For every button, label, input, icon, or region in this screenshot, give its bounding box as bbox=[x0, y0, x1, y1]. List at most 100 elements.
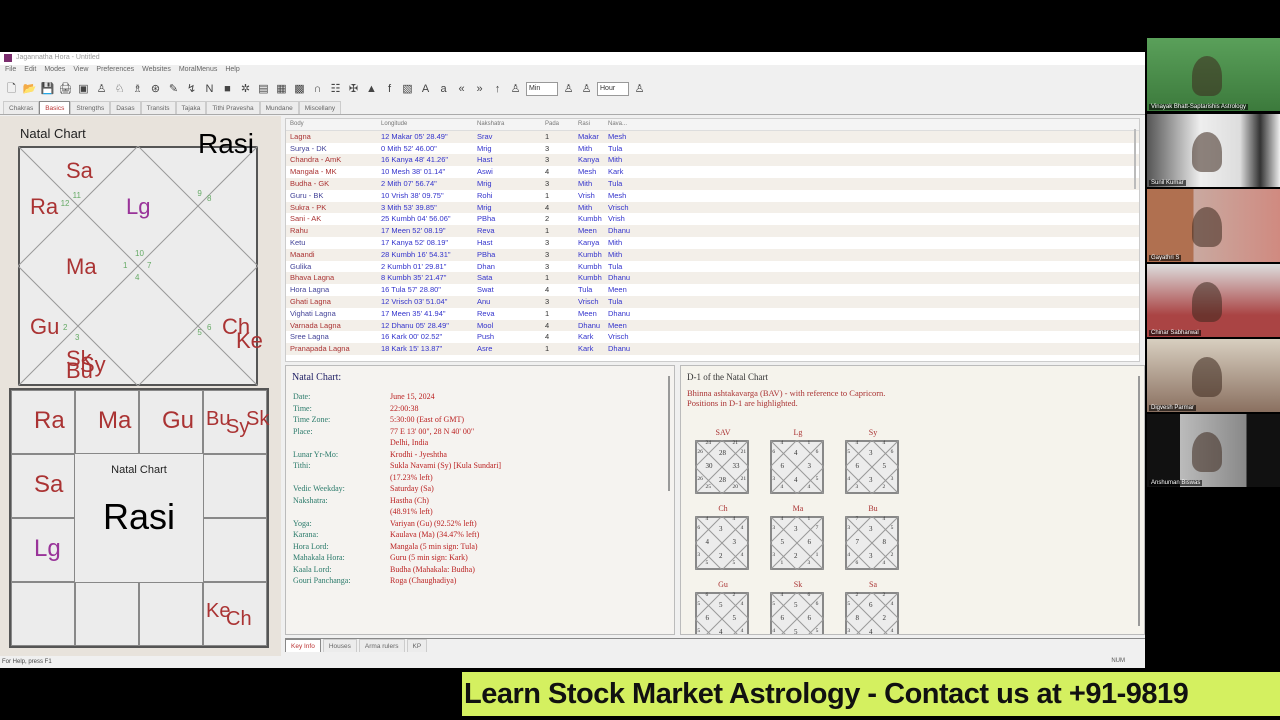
bav-chart-sa[interactable]: Sa625833434242 bbox=[845, 580, 901, 634]
menu-modes[interactable]: Modes bbox=[44, 66, 65, 77]
south-indian-chart[interactable]: Ra Ma Gu Bu Sy Sk Ke Ch Lg Sa Natal Chart Rasi bbox=[9, 388, 269, 648]
table-row[interactable]: Vighati Lagna 17 Meen 35' 41.94" Reva 1 Meen… bbox=[286, 308, 1139, 320]
planet-bu[interactable]: Bu bbox=[66, 360, 93, 382]
table-row[interactable]: Sree Lagna 16 Kark 00' 02.52" Push 4 Kark Vri… bbox=[286, 331, 1139, 343]
table-row[interactable]: Varnada Lagna 12 Dhanu 05' 28.49" Mool 4 Dha… bbox=[286, 319, 1139, 332]
planet-ra[interactable]: Ra bbox=[30, 196, 58, 218]
open-icon[interactable]: 📂 bbox=[22, 82, 37, 97]
new-icon[interactable]: 🗋 bbox=[4, 82, 19, 97]
sign-cell-meen[interactable]: Ra bbox=[11, 390, 75, 454]
star-icon[interactable]: ✲ bbox=[238, 82, 253, 97]
planet-sa[interactable]: Sa bbox=[66, 160, 93, 182]
column-header[interactable]: Body bbox=[286, 119, 381, 130]
panel-icon[interactable]: ▧ bbox=[400, 82, 415, 97]
info-scrollbar[interactable] bbox=[668, 376, 670, 491]
planet-ke[interactable]: Ke bbox=[236, 330, 263, 352]
sign-cell-vrisch[interactable] bbox=[75, 582, 139, 646]
bav-chart-sk[interactable]: Sk545644545666 bbox=[770, 580, 826, 634]
menu-edit[interactable]: Edit bbox=[24, 66, 36, 77]
table-row[interactable]: Surya - DK 0 Mith 52' 46.00" Mrig 3 Mith Tula bbox=[286, 143, 1139, 155]
table-row[interactable]: Maandi 28 Kumbh 16' 54.31" PBha 3 Kumbh Mith bbox=[286, 248, 1139, 261]
tab-chakras[interactable]: Chakras bbox=[3, 101, 40, 114]
sign-cell-makar[interactable]: Lg bbox=[11, 518, 75, 582]
up-icon[interactable]: ↑ bbox=[490, 82, 505, 97]
person2-icon[interactable]: ♘ bbox=[112, 82, 127, 97]
sign-cell-mesh[interactable]: Ma bbox=[75, 390, 139, 454]
participant-video-tile[interactable]: Vinayak Bhatt-Saptarishis Astrology bbox=[1147, 38, 1280, 111]
planet-sk[interactable]: Sk bbox=[246, 409, 269, 429]
sign-cell-tula[interactable] bbox=[139, 582, 203, 646]
tab-tajaka[interactable]: Tajaka bbox=[175, 101, 207, 114]
table-row[interactable]: Gulika 2 Kumbh 01' 29.81" Dhan 3 Kumbh Tula bbox=[286, 261, 1139, 273]
grid3-icon[interactable]: ▩ bbox=[292, 82, 307, 97]
square-icon[interactable]: ■ bbox=[220, 82, 235, 97]
tab-key-info[interactable]: Key Info bbox=[285, 639, 321, 652]
facebook-icon[interactable]: f bbox=[382, 82, 397, 97]
fire-icon[interactable]: ▲ bbox=[364, 82, 379, 97]
tab-transits[interactable]: Transits bbox=[140, 101, 176, 114]
table-row[interactable]: Guru - BK 10 Vrish 38' 09.75" Rohi 1 Vrish Me… bbox=[286, 190, 1139, 202]
participant-video-tile[interactable]: Digvesh Parmar bbox=[1147, 339, 1280, 412]
sign-cell-kark[interactable] bbox=[203, 454, 267, 518]
column-header[interactable]: Pada bbox=[545, 119, 578, 130]
table-row[interactable]: Lagna 12 Makar 05' 28.49" Srav 1 Makar Mesh bbox=[286, 130, 1139, 143]
bav-chart-gu[interactable]: Gu565655444542 bbox=[695, 580, 751, 634]
tool-icon[interactable]: ↯ bbox=[184, 82, 199, 97]
step-person-icon[interactable]: ♙ bbox=[579, 82, 594, 97]
column-header[interactable]: Rasi bbox=[578, 119, 608, 130]
table-row[interactable]: Bhava Lagna 8 Kumbh 35' 21.47" Sata 1 Kumbh D… bbox=[286, 272, 1139, 285]
edit-icon[interactable]: ✎ bbox=[166, 82, 181, 97]
tab-kp[interactable]: KP bbox=[406, 639, 428, 652]
tab-tithi-pravesha[interactable]: Tithi Pravesha bbox=[206, 101, 260, 114]
menu-moralmenus[interactable]: MoralMenus bbox=[179, 66, 218, 77]
menu-view[interactable]: View bbox=[73, 66, 88, 77]
participant-video-tile[interactable]: Gayathri S bbox=[1147, 189, 1280, 262]
planet-lg[interactable]: Lg bbox=[126, 196, 150, 218]
tab-arma-rulers[interactable]: Arma rulers bbox=[358, 639, 405, 652]
column-header[interactable]: Nakshatra bbox=[477, 119, 545, 130]
tab-houses[interactable]: Houses bbox=[322, 639, 357, 652]
planet-sa[interactable]: Sa bbox=[34, 473, 63, 497]
planet-ma[interactable]: Ma bbox=[98, 409, 131, 433]
planet-ch[interactable]: Ch bbox=[226, 609, 252, 629]
planet-lg[interactable]: Lg bbox=[34, 537, 61, 561]
sign-cell-kanya[interactable]: Ke Ch bbox=[203, 582, 267, 646]
participant-video-tile[interactable]: Anshuman Biswas bbox=[1147, 414, 1280, 487]
sign-cell-kumbh[interactable]: Sa bbox=[11, 454, 75, 518]
grid-icon[interactable]: ▤ bbox=[256, 82, 271, 97]
person3-icon[interactable]: ♗ bbox=[130, 82, 145, 97]
planet-gu[interactable]: Gu bbox=[162, 409, 194, 433]
magnet-icon[interactable]: ∩ bbox=[310, 82, 325, 97]
time-unit-select[interactable]: Min bbox=[526, 82, 558, 96]
print-icon[interactable]: 🖨 bbox=[58, 82, 73, 97]
planet-ma[interactable]: Ma bbox=[66, 256, 97, 278]
time-unit-select-2[interactable]: Hour bbox=[597, 82, 629, 96]
column-header[interactable]: Longitude bbox=[381, 119, 477, 130]
bav-scrollbar[interactable] bbox=[1138, 376, 1140, 626]
planet-ra[interactable]: Ra bbox=[34, 409, 65, 433]
planet-gu[interactable]: Gu bbox=[30, 316, 59, 338]
north-indian-chart[interactable]: 10 Lg 11 Sa 12 Ra 1 Ma 2 Gu 3 Sk Sy Bu 4 5 6 Ch Ke 7 8 9 bbox=[18, 146, 263, 386]
table-row[interactable]: Sukra - PK 3 Mith 53' 39.85" Mrig 4 Mith Vris… bbox=[286, 201, 1139, 214]
bav-chart-sy[interactable]: Sy 3 4 5 6 4 3 3 2 3 5 6 4 bbox=[845, 428, 901, 498]
table-row[interactable]: Hora Lagna 16 Tula 57' 28.80" Swat 4 Tula Mee… bbox=[286, 284, 1139, 296]
person-icon[interactable]: ♙ bbox=[94, 82, 109, 97]
table-scrollbar[interactable] bbox=[1134, 129, 1136, 189]
sign-cell-mith[interactable]: Bu Sy Sk bbox=[203, 390, 269, 454]
font-small-icon[interactable]: a bbox=[436, 82, 451, 97]
book-icon[interactable]: ☷ bbox=[328, 82, 343, 97]
table-row[interactable]: Mangala - MK 10 Mesh 38' 01.14" Aswi 4 Mesh K… bbox=[286, 166, 1139, 178]
table-row[interactable]: Budha - GK 2 Mith 07' 56.74" Mrig 3 Mith Tula bbox=[286, 177, 1139, 190]
globe-icon[interactable]: ⊛ bbox=[148, 82, 163, 97]
table-row[interactable]: Ghati Lagna 12 Vrisch 03' 51.04" Anu 3 Vrisc… bbox=[286, 295, 1139, 308]
save-icon[interactable]: 💾 bbox=[40, 82, 55, 97]
sign-cell-simha[interactable] bbox=[203, 518, 267, 582]
table-row[interactable]: Pranapada Lagna 18 Kark 15' 13.87" Asre 1 Ka… bbox=[286, 343, 1139, 355]
bav-chart-sav[interactable]: SAV 28 24 26 30 26 25 28 20 21 33 21 21 bbox=[695, 428, 751, 498]
tab-strengths[interactable]: Strengths bbox=[70, 101, 111, 114]
tab-miscellany[interactable]: Miscellany bbox=[298, 101, 342, 114]
menu-preferences[interactable]: Preferences bbox=[96, 66, 134, 77]
tab-dasas[interactable]: Dasas bbox=[110, 101, 141, 114]
table-row[interactable]: Chandra - AmK 16 Kanya 48' 41.26" Hast 3 Kan… bbox=[286, 154, 1139, 167]
menu-websites[interactable]: Websites bbox=[142, 66, 171, 77]
